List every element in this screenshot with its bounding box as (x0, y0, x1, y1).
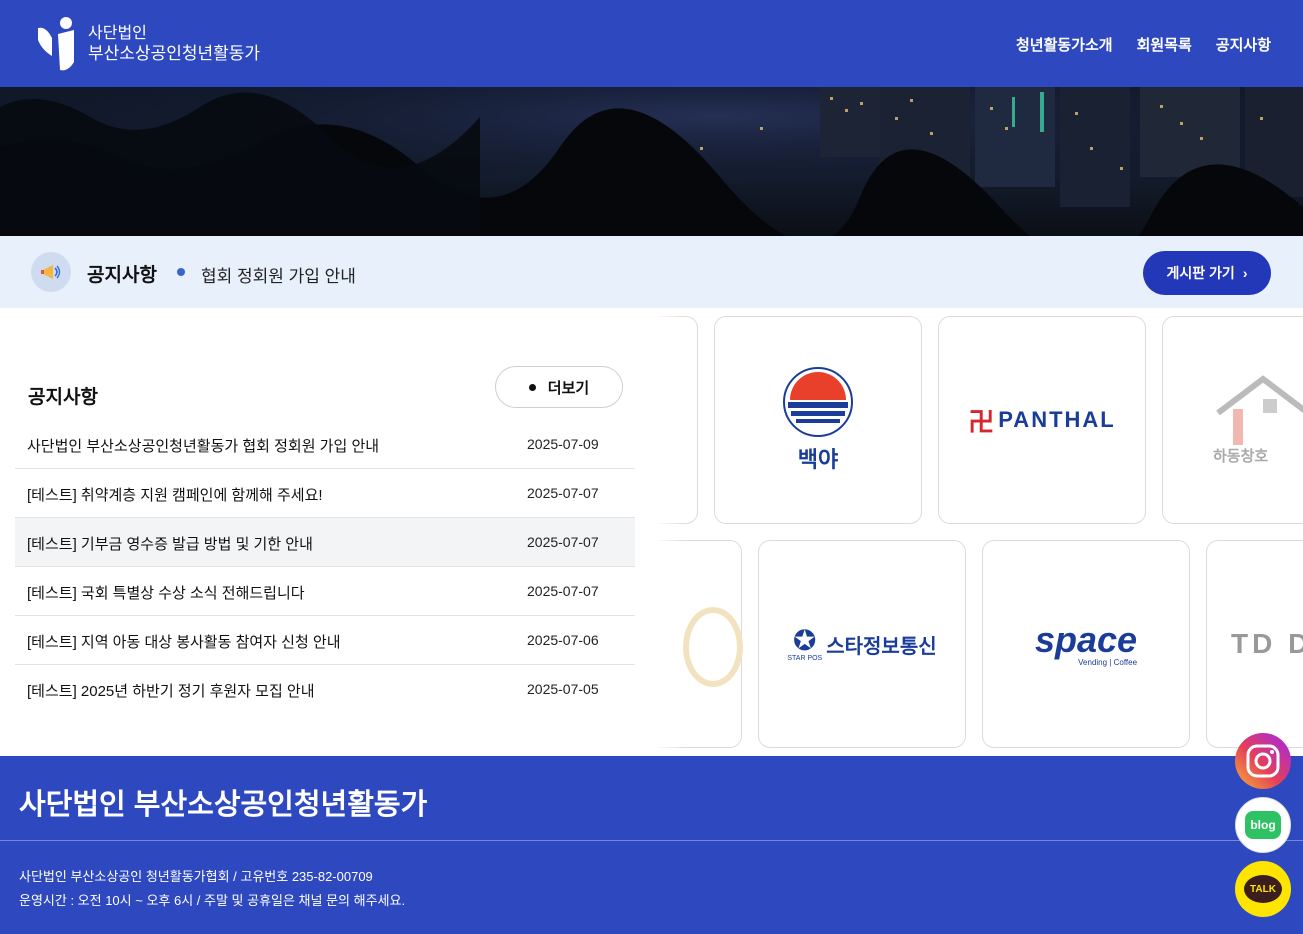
blog-label: blog (1250, 818, 1276, 832)
partner-name-d: TD D (1231, 628, 1303, 660)
partner-sub-star: STAR POS (787, 654, 823, 662)
notice-title: [테스트] 취약계층 지원 캠페인에 함께해 주세요! (27, 487, 323, 504)
notice-date: 2025-07-07 (527, 583, 599, 599)
partner-card-space[interactable]: space Vending | Coffee (982, 540, 1190, 748)
notice-bar-title: 공지사항 (87, 265, 157, 286)
notice-row[interactable]: [테스트] 2025년 하반기 정기 후원자 모집 안내 2025-07-05 (15, 665, 635, 714)
star-icon: ✪ (793, 624, 817, 656)
partner-emblem-icon (683, 607, 743, 687)
notice-row[interactable]: 사단법인 부산소상공인청년활동가 협회 정회원 가입 안내 2025-07-09 (15, 420, 635, 469)
notice-row[interactable]: [테스트] 기부금 영수증 발급 방법 및 기한 안내 2025-07-07 (15, 518, 635, 567)
footer-info: 사단법인 부산소상공인 청년활동가협회 / 고유번호 235-82-00709 … (19, 865, 405, 913)
panthal-mark-icon: 卍 (968, 406, 995, 437)
notice-date: 2025-07-05 (527, 681, 599, 697)
baekya-emblem-icon (783, 367, 853, 437)
kakaotalk-icon: TALK (1244, 875, 1282, 903)
partner-name-star: 스타정보통신 (826, 635, 937, 658)
footer-info-line1: 사단법인 부산소상공인 청년활동가협회 / 고유번호 235-82-00709 (19, 869, 373, 884)
partner-card-panthal[interactable]: 卍 PANTHAL (938, 316, 1146, 524)
partner-card-star[interactable]: ✪ STAR POS 스타정보통신 (758, 540, 966, 748)
footer-title: 사단법인 부산소상공인청년활동가 (19, 789, 428, 821)
notice-title: [테스트] 지역 아동 대상 봉사활동 참여자 신청 안내 (27, 634, 341, 651)
talk-label: TALK (1250, 883, 1276, 895)
hero-banner-image (0, 87, 1303, 236)
notice-date: 2025-07-07 (527, 485, 599, 501)
board-button[interactable]: 게시판 가기 › (1143, 251, 1271, 295)
main-nav: 청년활동가소개 회원목록 공지사항 (1016, 34, 1271, 55)
bullet-icon (528, 383, 536, 391)
carousel-fade (655, 308, 685, 756)
logo-mark-icon (38, 17, 74, 71)
partner-name-hadong: 하동창호 (1213, 447, 1269, 465)
notice-date: 2025-07-07 (527, 534, 599, 550)
partner-card-d[interactable]: TD D (1206, 540, 1303, 748)
notice-date: 2025-07-06 (527, 632, 599, 648)
notice-title: 사단법인 부산소상공인청년활동가 협회 정회원 가입 안내 (27, 438, 380, 455)
blog-button[interactable]: blog (1235, 797, 1291, 853)
partner-card-hadong[interactable]: 하동창호 (1162, 316, 1303, 524)
board-button-label: 게시판 가기 (1166, 265, 1235, 281)
logo-line1: 사단법인 (88, 25, 147, 42)
notice-date: 2025-07-09 (527, 436, 599, 452)
nav-about[interactable]: 청년활동가소개 (1016, 34, 1113, 55)
notice-bar: 공지사항 협회 정회원 가입 안내 게시판 가기 › (0, 236, 1303, 308)
megaphone-icon (31, 252, 71, 292)
blog-icon: blog (1245, 811, 1281, 839)
notice-row[interactable]: [테스트] 취약계층 지원 캠페인에 함께해 주세요! 2025-07-07 (15, 469, 635, 518)
logo-line2: 부산소상공인청년활동가 (88, 44, 261, 63)
site-header: 사단법인 부산소상공인청년활동가 청년활동가소개 회원목록 공지사항 (0, 0, 1303, 87)
instagram-button[interactable] (1235, 733, 1291, 789)
chevron-right-icon: › (1242, 265, 1248, 281)
partner-sub-space: Vending | Coffee (1078, 657, 1138, 667)
footer-divider (0, 840, 1303, 841)
notice-row[interactable]: [테스트] 국회 특별상 수상 소식 전해드립니다 2025-07-07 (15, 567, 635, 616)
nav-notice[interactable]: 공지사항 (1216, 34, 1271, 55)
partner-card-baekya[interactable]: 백야 (714, 316, 922, 524)
notice-title: [테스트] 국회 특별상 수상 소식 전해드립니다 (27, 585, 305, 602)
instagram-icon (1246, 744, 1280, 778)
partner-logos: 백야 卍 PANTHAL 하동창호 ✪ STAR POS 스타정보통신 spac… (655, 308, 1303, 756)
partner-name-space: space (1034, 618, 1138, 660)
notice-title: [테스트] 기부금 영수증 발급 방법 및 기한 안내 (27, 536, 313, 553)
notice-row[interactable]: [테스트] 지역 아동 대상 봉사활동 참여자 신청 안내 2025-07-06 (15, 616, 635, 665)
kakaotalk-button[interactable]: TALK (1235, 861, 1291, 917)
partner-name-baekya: 백야 (797, 447, 839, 472)
notice-title: [테스트] 2025년 하반기 정기 후원자 모집 안내 (27, 683, 315, 700)
nav-members[interactable]: 회원목록 (1137, 34, 1192, 55)
more-button-label: 더보기 (547, 379, 590, 397)
notice-bullet (177, 268, 185, 276)
site-logo[interactable]: 사단법인 부산소상공인청년활동가 (36, 16, 260, 72)
notice-list: 사단법인 부산소상공인청년활동가 협회 정회원 가입 안내 2025-07-09… (15, 420, 635, 714)
more-button[interactable]: 더보기 (495, 366, 623, 408)
notice-panel-title: 공지사항 (28, 387, 98, 408)
partner-name-panthal: PANTHAL (998, 407, 1116, 432)
site-footer: 사단법인 부산소상공인청년활동가 사단법인 부산소상공인 청년활동가협회 / 고… (0, 756, 1303, 934)
footer-info-line2: 운영시간 : 오전 10시 ~ 오후 6시 / 주말 및 공휴일은 채널 문의 … (19, 893, 406, 908)
house-icon (1216, 374, 1303, 445)
notice-panel: 공지사항 더보기 사단법인 부산소상공인청년활동가 협회 정회원 가입 안내 2… (0, 308, 655, 756)
notice-bar-latest[interactable]: 협회 정회원 가입 안내 (201, 262, 356, 287)
partner-letter-d: D (1288, 628, 1303, 659)
